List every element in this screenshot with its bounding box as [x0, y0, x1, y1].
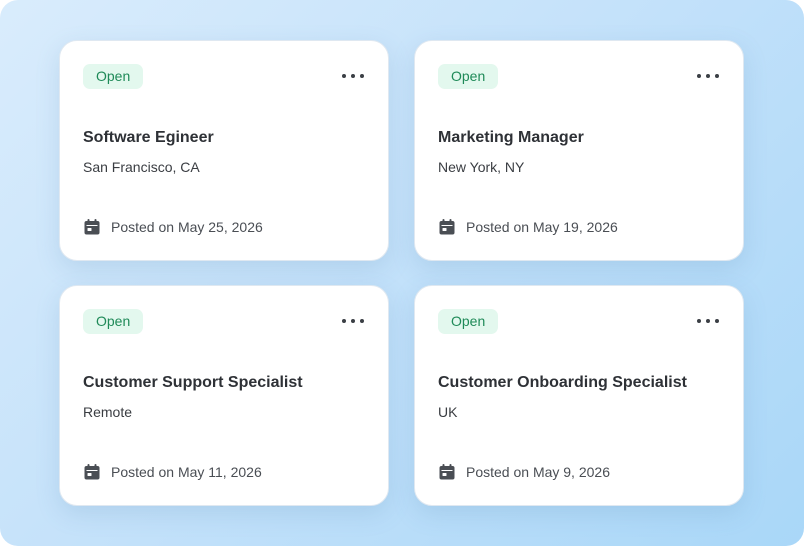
more-options-button[interactable] — [342, 312, 364, 330]
posted-date: Posted on May 19, 2026 — [466, 219, 618, 235]
job-board-canvas: Open Software Egineer San Francisco, CA … — [0, 0, 804, 546]
calendar-icon — [84, 464, 100, 480]
more-options-button[interactable] — [342, 67, 364, 85]
job-location: UK — [438, 404, 458, 420]
job-card[interactable]: Open Marketing Manager New York, NY Post… — [414, 40, 744, 261]
status-badge: Open — [83, 64, 144, 89]
job-title: Marketing Manager — [438, 129, 584, 146]
calendar-icon — [439, 219, 455, 235]
posted-date-row: Posted on May 25, 2026 — [83, 217, 263, 237]
more-options-button[interactable] — [697, 312, 719, 330]
job-card[interactable]: Open Customer Onboarding Specialist UK P… — [414, 285, 744, 506]
more-options-button[interactable] — [697, 67, 719, 85]
job-location: New York, NY — [438, 159, 525, 175]
job-location: San Francisco, CA — [83, 159, 200, 175]
posted-date-row: Posted on May 19, 2026 — [438, 217, 618, 237]
posted-date: Posted on May 9, 2026 — [466, 464, 610, 480]
job-title: Customer Support Specialist — [83, 374, 303, 391]
status-badge: Open — [438, 64, 499, 89]
more-horizontal-icon — [342, 319, 346, 323]
more-horizontal-icon — [342, 74, 346, 78]
job-location: Remote — [83, 404, 133, 420]
status-badge: Open — [438, 309, 499, 334]
status-badge: Open — [83, 309, 144, 334]
posted-date: Posted on May 11, 2026 — [111, 464, 262, 480]
job-card[interactable]: Open Customer Support Specialist Remote … — [59, 285, 389, 506]
posted-date-row: Posted on May 9, 2026 — [438, 462, 610, 482]
calendar-icon — [84, 219, 100, 235]
more-horizontal-icon — [697, 319, 701, 323]
posted-date: Posted on May 25, 2026 — [111, 219, 263, 235]
calendar-icon — [439, 464, 455, 480]
job-card[interactable]: Open Software Egineer San Francisco, CA … — [59, 40, 389, 261]
posted-date-row: Posted on May 11, 2026 — [83, 462, 262, 482]
job-title: Customer Onboarding Specialist — [438, 374, 687, 391]
more-horizontal-icon — [697, 74, 701, 78]
job-title: Software Egineer — [83, 129, 214, 146]
